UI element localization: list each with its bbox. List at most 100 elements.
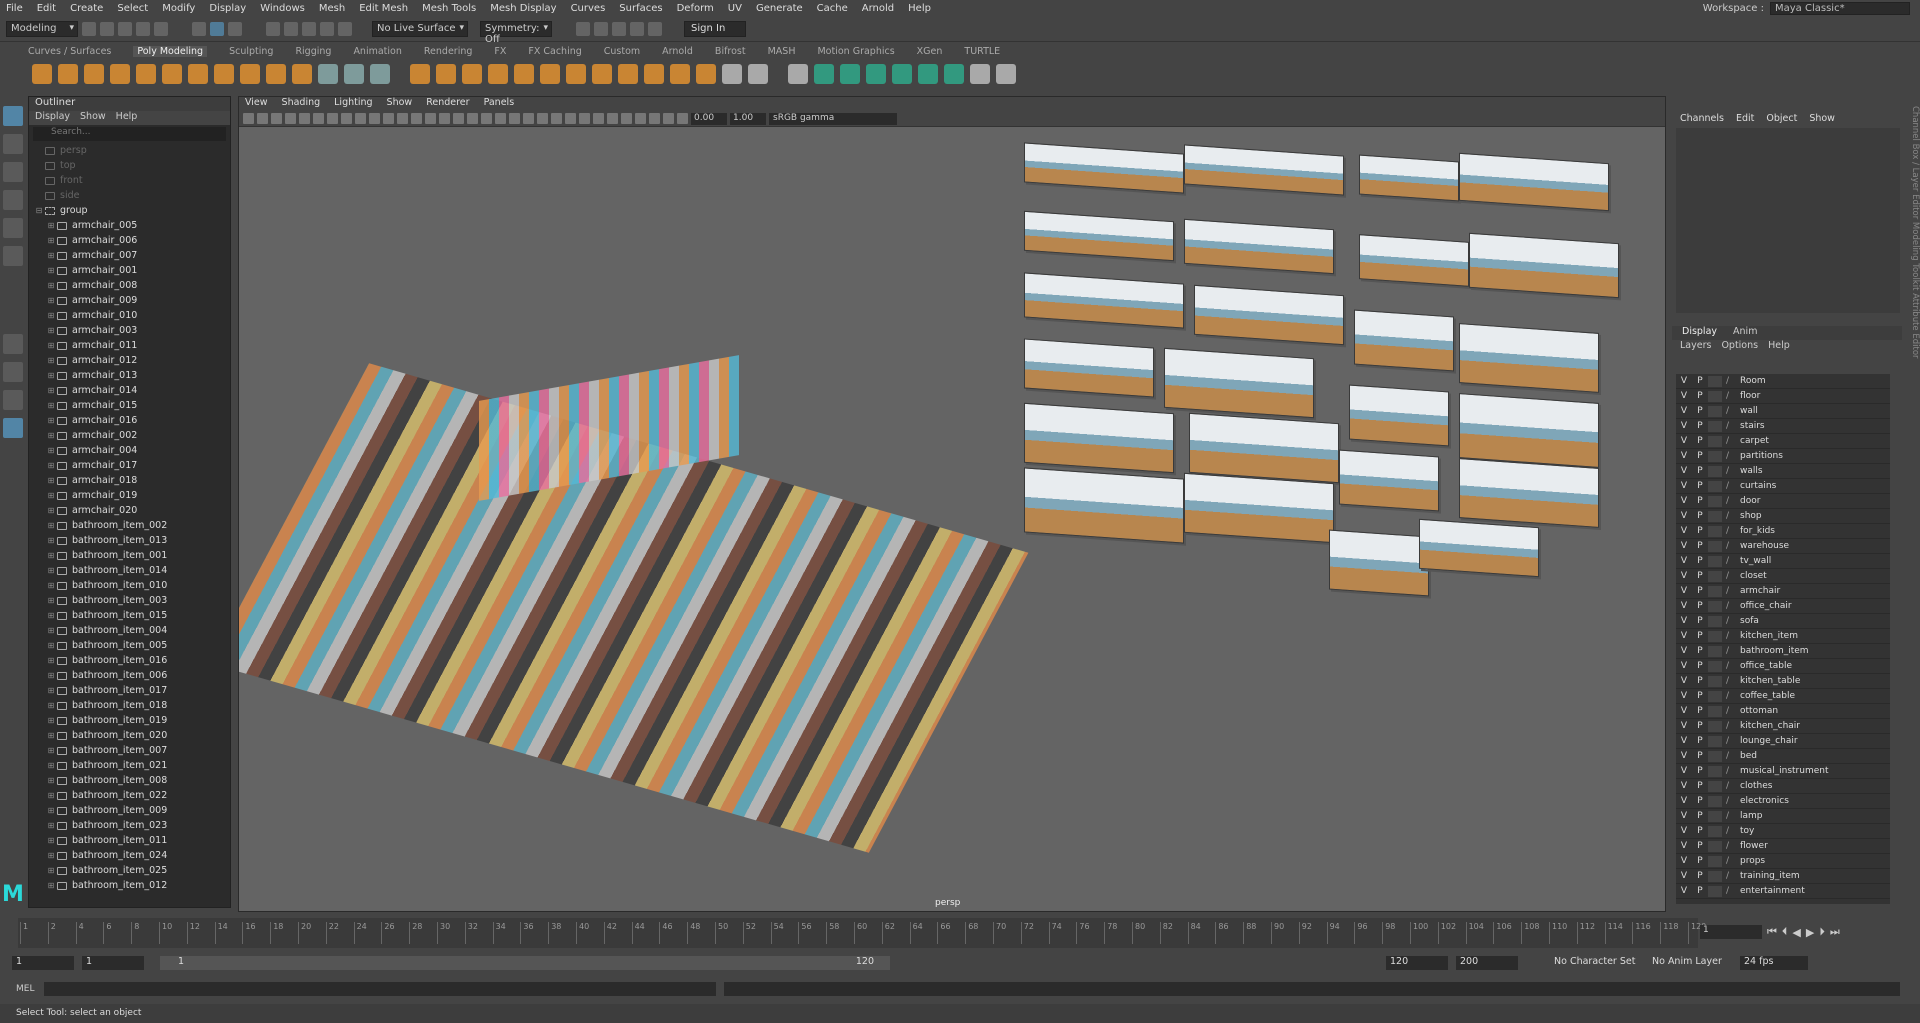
sign-in-button[interactable]: Sign In: [684, 20, 747, 37]
select-hierarchy-icon[interactable]: [192, 21, 206, 36]
layer-color-swatch[interactable]: [1708, 390, 1722, 402]
layer-color-swatch[interactable]: [1708, 600, 1722, 612]
snap-plane-icon[interactable]: [320, 21, 334, 36]
viewport-tool-icon[interactable]: [481, 113, 492, 124]
select-tool-icon[interactable]: [3, 106, 23, 126]
playback-toggle[interactable]: P: [1692, 571, 1708, 581]
viewport-tool-icon[interactable]: [523, 113, 534, 124]
viewport-menu-renderer[interactable]: Renderer: [426, 97, 469, 111]
shelf-tool-icon[interactable]: [970, 64, 990, 84]
layer-color-swatch[interactable]: [1708, 705, 1722, 717]
expand-icon[interactable]: ⊞: [45, 236, 57, 245]
save-scene-icon[interactable]: [118, 21, 132, 36]
shelf-tab-turtle[interactable]: TURTLE: [964, 46, 1000, 57]
expand-icon[interactable]: ⊞: [45, 566, 57, 575]
expand-icon[interactable]: ⊞: [45, 221, 57, 230]
expand-icon[interactable]: ⊞: [45, 806, 57, 815]
layer-row[interactable]: V P / musical_instrument: [1676, 764, 1890, 779]
viewport-tool-icon[interactable]: [397, 113, 408, 124]
playback-toggle[interactable]: P: [1692, 766, 1708, 776]
gamma-field[interactable]: 1.00: [730, 112, 766, 125]
expand-icon[interactable]: ⊞: [45, 671, 57, 680]
layer-row[interactable]: V P / warehouse: [1676, 539, 1890, 554]
viewport-tool-icon[interactable]: [285, 113, 296, 124]
outliner-item[interactable]: ⊞ armchair_006: [33, 233, 230, 248]
playback-toggle[interactable]: P: [1692, 781, 1708, 791]
menu-modify[interactable]: Modify: [162, 3, 195, 14]
outliner-item[interactable]: ⊞ armchair_009: [33, 293, 230, 308]
viewport-tool-icon[interactable]: [579, 113, 590, 124]
viewport-canvas[interactable]: [239, 128, 1665, 911]
shelf-tab-animation[interactable]: Animation: [353, 46, 401, 57]
visibility-toggle[interactable]: V: [1676, 586, 1692, 596]
menu-deform[interactable]: Deform: [677, 3, 714, 14]
viewport-tool-icon[interactable]: [453, 113, 464, 124]
shelf-tool-icon[interactable]: [644, 64, 664, 84]
playback-toggle[interactable]: P: [1692, 541, 1708, 551]
outliner-item[interactable]: ⊞ bathroom_item_018: [33, 698, 230, 713]
expand-icon[interactable]: ⊞: [45, 551, 57, 560]
menu-surfaces[interactable]: Surfaces: [619, 3, 662, 14]
shelf-tool-icon[interactable]: [188, 64, 208, 84]
layer-color-swatch[interactable]: [1708, 780, 1722, 792]
layer-color-swatch[interactable]: [1708, 435, 1722, 447]
menu-create[interactable]: Create: [70, 3, 103, 14]
viewport-tool-icon[interactable]: [257, 113, 268, 124]
playback-toggle[interactable]: P: [1692, 376, 1708, 386]
outliner-item[interactable]: ⊞ bathroom_item_002: [33, 518, 230, 533]
play-back-icon[interactable]: ◀: [1792, 926, 1800, 939]
new-scene-icon[interactable]: [82, 21, 96, 36]
playback-toggle[interactable]: P: [1692, 466, 1708, 476]
render-settings-icon[interactable]: [612, 21, 626, 36]
step-back-icon[interactable]: ⏴: [1782, 925, 1788, 939]
visibility-toggle[interactable]: V: [1676, 391, 1692, 401]
outliner-item[interactable]: ⊞ bathroom_item_010: [33, 578, 230, 593]
layer-row[interactable]: V P / office_table: [1676, 659, 1890, 674]
expand-icon[interactable]: ⊞: [45, 491, 57, 500]
outliner-item[interactable]: ⊞ bathroom_item_007: [33, 743, 230, 758]
expand-icon[interactable]: ⊞: [45, 506, 57, 515]
playback-start-field[interactable]: 1: [82, 956, 144, 970]
expand-icon[interactable]: ⊞: [45, 416, 57, 425]
colorspace-dropdown[interactable]: sRGB gamma: [769, 112, 897, 125]
mel-label[interactable]: MEL: [0, 984, 40, 994]
menu-uv[interactable]: UV: [728, 3, 742, 14]
snap-point-icon[interactable]: [302, 21, 316, 36]
redo-icon[interactable]: [154, 21, 168, 36]
outliner-item[interactable]: ⊞ bathroom_item_017: [33, 683, 230, 698]
layer-row[interactable]: V P / electronics: [1676, 794, 1890, 809]
layer-color-swatch[interactable]: [1708, 810, 1722, 822]
layer-color-swatch[interactable]: [1708, 765, 1722, 777]
viewport-tool-icon[interactable]: [369, 113, 380, 124]
layer-row[interactable]: V P / ottoman: [1676, 704, 1890, 719]
outliner-search-input[interactable]: Search...: [33, 127, 226, 141]
shelf-tool-icon[interactable]: [566, 64, 586, 84]
expand-icon[interactable]: ⊞: [45, 311, 57, 320]
range-slider[interactable]: 1 120: [160, 956, 890, 970]
outliner-menu-display[interactable]: Display: [35, 111, 70, 125]
expand-icon[interactable]: ⊞: [45, 791, 57, 800]
viewport-tool-icon[interactable]: [313, 113, 324, 124]
layer-row[interactable]: V P / training_item: [1676, 869, 1890, 884]
playback-toggle[interactable]: P: [1692, 886, 1708, 896]
playback-toggle[interactable]: P: [1692, 586, 1708, 596]
expand-icon[interactable]: ⊞: [45, 596, 57, 605]
viewport-tool-icon[interactable]: [327, 113, 338, 124]
viewport-menu-panels[interactable]: Panels: [484, 97, 515, 111]
visibility-toggle[interactable]: V: [1676, 886, 1692, 896]
layer-color-swatch[interactable]: [1708, 825, 1722, 837]
visibility-toggle[interactable]: V: [1676, 541, 1692, 551]
outliner-camera-item[interactable]: front: [33, 173, 230, 188]
visibility-toggle[interactable]: V: [1676, 481, 1692, 491]
menu-windows[interactable]: Windows: [260, 3, 305, 14]
snap-surface-icon[interactable]: [338, 21, 352, 36]
menu-cache[interactable]: Cache: [817, 3, 848, 14]
expand-icon[interactable]: ⊞: [45, 281, 57, 290]
expand-icon[interactable]: ⊞: [45, 581, 57, 590]
playback-toggle[interactable]: P: [1692, 601, 1708, 611]
move-tool-icon[interactable]: [3, 190, 23, 210]
layer-color-swatch[interactable]: [1708, 465, 1722, 477]
visibility-toggle[interactable]: V: [1676, 871, 1692, 881]
layer-color-swatch[interactable]: [1708, 750, 1722, 762]
collapse-icon[interactable]: ⊟: [33, 206, 45, 215]
